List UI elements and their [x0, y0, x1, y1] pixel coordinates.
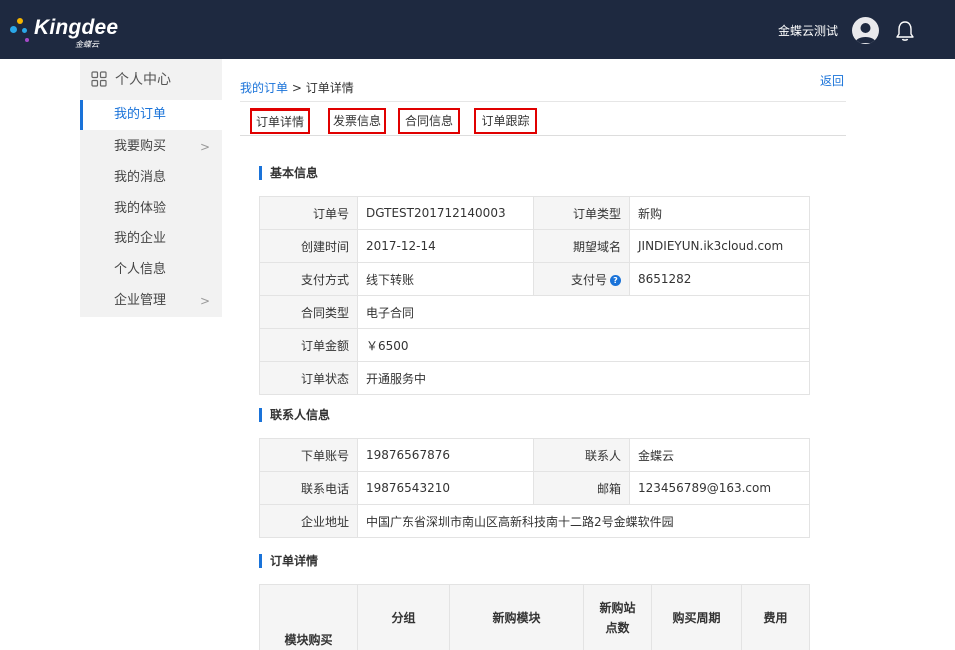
tab-bar: 订单详情 发票信息 合同信息 订单跟踪	[240, 106, 846, 136]
back-link[interactable]: 返回	[820, 72, 844, 89]
col-header-fee: 费用	[741, 584, 810, 650]
sidebar-item-trials[interactable]: 我的体验	[80, 194, 222, 224]
section-title-detail: 订单详情	[259, 554, 318, 568]
pay-no-value: 8651282	[629, 262, 810, 296]
sidebar-item-label: 我的订单	[114, 107, 167, 122]
logo-text: Kingdee	[34, 16, 119, 39]
breadcrumb-current: 订单详情	[305, 81, 354, 95]
kingdee-logo[interactable]: Kingdee 金蝶云	[8, 14, 118, 50]
grid-icon	[91, 70, 107, 87]
pay-no-label: 支付号	[570, 272, 607, 287]
divider	[240, 101, 846, 102]
order-no-label: 订单号	[259, 196, 358, 230]
account-label: 下单账号	[259, 438, 358, 472]
chevron-right-icon: >	[199, 294, 210, 308]
user-avatar-icon	[855, 23, 876, 43]
col-header-period: 购买周期	[651, 584, 742, 650]
avatar[interactable]	[852, 17, 879, 44]
sidebar-item-label: 企业管理	[114, 293, 167, 308]
pay-method-value: 线下转账	[357, 262, 534, 296]
sidebar-item-enterprise[interactable]: 我的企业	[80, 224, 222, 254]
sidebar-title: 个人中心	[115, 71, 171, 88]
contact-label: 联系人	[533, 438, 630, 472]
col-header-group: 分组	[357, 584, 450, 650]
sidebar-header: 个人中心	[80, 59, 222, 98]
account-value: 19876567876	[357, 438, 534, 472]
table-row: 订单状态 开通服务中	[259, 361, 810, 395]
table-row: 下单账号 19876567876 联系人 金蝶云	[259, 438, 810, 472]
row-header-module: 模块购买	[259, 584, 358, 650]
table-row: 联系电话 19876543210 邮箱 123456789@163.com	[259, 471, 810, 505]
table-row: 创建时间 2017-12-14 期望域名 JINDIEYUN.ik3cloud.…	[259, 229, 810, 263]
email-value: 123456789@163.com	[629, 471, 810, 505]
domain-label: 期望域名	[533, 229, 630, 263]
sidebar-item-label: 我要购买	[114, 139, 167, 154]
address-label: 企业地址	[259, 504, 358, 538]
help-icon[interactable]: ?	[610, 274, 621, 286]
table-row: 企业地址 中国广东省深圳市南山区高新科技南十二路2号金蝶软件园	[259, 504, 810, 538]
pay-method-label: 支付方式	[259, 262, 358, 296]
table-row: 合同类型 电子合同	[259, 295, 810, 329]
amount-value: ￥6500	[357, 328, 810, 362]
order-no-value: DGTEST201712140003	[357, 196, 534, 230]
domain-value: JINDIEYUN.ik3cloud.com	[629, 229, 810, 263]
tab-order-tracking[interactable]: 订单跟踪	[474, 108, 537, 134]
phone-value: 19876543210	[357, 471, 534, 505]
sidebar-item-enterprise-admin[interactable]: 企业管理 >	[80, 286, 222, 316]
tab-invoice[interactable]: 发票信息	[328, 108, 386, 134]
status-label: 订单状态	[259, 361, 358, 395]
tab-order-detail[interactable]: 订单详情	[250, 108, 310, 134]
table-row: 支付方式 线下转账 支付号? 8651282	[259, 262, 810, 296]
email-label: 邮箱	[533, 471, 630, 505]
sidebar-item-label: 我的消息	[114, 170, 167, 185]
created-label: 创建时间	[259, 229, 358, 263]
sidebar-item-purchase[interactable]: 我要购买 >	[80, 132, 222, 162]
phone-label: 联系电话	[259, 471, 358, 505]
section-title-contact: 联系人信息	[259, 408, 330, 422]
basic-info-table: 订单号 DGTEST201712140003 订单类型 新购 创建时间 2017…	[259, 196, 810, 395]
table-row: 模块购买 分组 新购模块 新购站点数 购买周期 费用	[259, 584, 810, 650]
address-value: 中国广东省深圳市南山区高新科技南十二路2号金蝶软件园	[357, 504, 810, 538]
col-header-module: 新购模块	[449, 584, 584, 650]
sidebar-item-my-orders[interactable]: 我的订单	[80, 100, 222, 130]
logo-subtext: 金蝶云	[75, 40, 99, 49]
col-header-sites: 新购站点数	[583, 584, 652, 650]
table-row: 订单金额 ￥6500	[259, 328, 810, 362]
sidebar-item-messages[interactable]: 我的消息	[80, 163, 222, 193]
status-value: 开通服务中	[357, 361, 810, 395]
breadcrumb-my-orders[interactable]: 我的订单	[240, 81, 288, 95]
contact-value: 金蝶云	[629, 438, 810, 472]
sidebar-item-label: 我的体验	[114, 201, 167, 216]
sidebar: 个人中心 我的订单 我要购买 > 我的消息 我的体验 我的企业 个人信息 企业管…	[80, 59, 222, 317]
pay-no-cell: 支付号?	[533, 262, 630, 296]
created-value: 2017-12-14	[357, 229, 534, 263]
amount-label: 订单金额	[259, 328, 358, 362]
chevron-right-icon: >	[199, 140, 210, 154]
contract-type-value: 电子合同	[357, 295, 810, 329]
order-type-value: 新购	[629, 196, 810, 230]
contact-info-table: 下单账号 19876567876 联系人 金蝶云 联系电话 1987654321…	[259, 438, 810, 538]
sidebar-item-label: 个人信息	[114, 262, 167, 277]
breadcrumb-separator: >	[288, 81, 306, 95]
tab-contract[interactable]: 合同信息	[398, 108, 460, 134]
bell-icon[interactable]	[894, 19, 916, 43]
section-title-basic: 基本信息	[259, 166, 318, 180]
contract-type-label: 合同类型	[259, 295, 358, 329]
table-row: 订单号 DGTEST201712140003 订单类型 新购	[259, 196, 810, 230]
order-detail-table: 模块购买 分组 新购模块 新购站点数 购买周期 费用	[259, 584, 810, 650]
sidebar-item-profile[interactable]: 个人信息	[80, 255, 222, 285]
user-name[interactable]: 金蝶云测试	[778, 22, 838, 39]
breadcrumb: 我的订单 > 订单详情	[240, 79, 354, 96]
sidebar-item-label: 我的企业	[114, 231, 167, 246]
top-header: Kingdee 金蝶云 金蝶云测试	[0, 0, 955, 59]
order-type-label: 订单类型	[533, 196, 630, 230]
